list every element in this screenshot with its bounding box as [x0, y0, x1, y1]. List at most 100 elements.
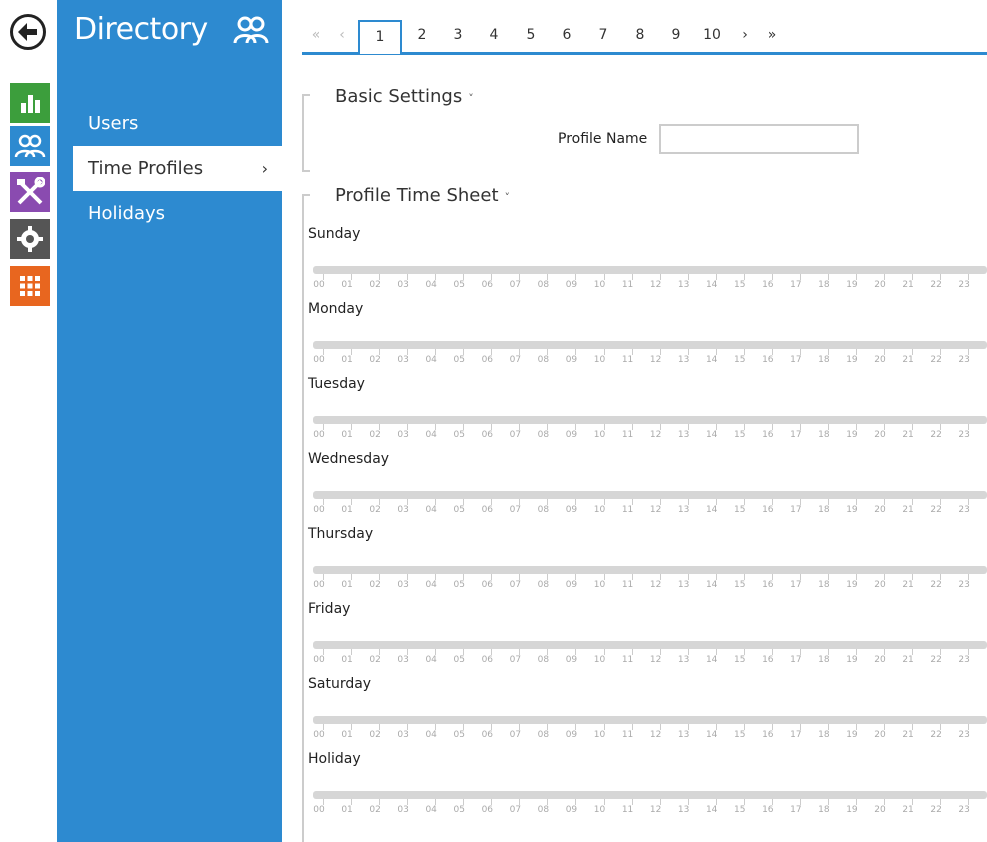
- hour-tick-label: 20: [874, 505, 886, 515]
- hour-tick-label: 2: [982, 730, 987, 740]
- profile-name-input[interactable]: [659, 124, 859, 154]
- hour-tick-label: 19: [846, 280, 858, 290]
- hour-tick-label: 05: [453, 280, 465, 290]
- hour-tick-label: 04: [425, 430, 437, 440]
- day-timeline-bar[interactable]: [313, 716, 987, 724]
- hour-tick-label: 03: [397, 655, 409, 665]
- day-label: Tuesday: [308, 376, 365, 392]
- hour-tick-label: 19: [846, 580, 858, 590]
- back-button[interactable]: [10, 14, 46, 50]
- tools-icon[interactable]: [10, 172, 50, 212]
- page-4-button[interactable]: 4: [486, 20, 502, 52]
- page-1-button[interactable]: 1: [358, 20, 402, 54]
- page-9-button[interactable]: 9: [668, 20, 684, 52]
- hour-tick-label: 17: [790, 655, 802, 665]
- basic-settings-bracket: [302, 94, 310, 172]
- directory-icon[interactable]: [10, 126, 50, 166]
- arrow-left-icon: [18, 23, 37, 41]
- day-timeline-bar[interactable]: [313, 491, 987, 499]
- hour-scale: 00 01 02 03 04 05 06 07 08 09 10 11 12 13 14 15 16 17 18 19…: [308, 349, 987, 373]
- hour-tick-label: 09: [565, 280, 578, 290]
- day-timeline-bar[interactable]: [313, 791, 987, 799]
- hour-tick-label: 14: [705, 730, 718, 740]
- hour-tick-label: 03: [397, 355, 409, 365]
- hour-tick-label: 11: [621, 355, 634, 365]
- hour-tick-label: 13: [677, 580, 690, 590]
- hour-scale: 00 01 02 03 04 05 06 07 08 09 10 11 12 13 14 15 16 17 18 19…: [308, 499, 987, 523]
- apps-icon[interactable]: [10, 266, 50, 306]
- hour-tick-label: 23: [958, 430, 970, 440]
- prev-page-button[interactable]: ‹: [336, 20, 348, 52]
- hour-tick-label: 10: [593, 655, 606, 665]
- basic-settings-header[interactable]: Basic Settings ˅: [335, 86, 474, 107]
- page-7-button[interactable]: 7: [595, 20, 611, 52]
- page-8-button[interactable]: 8: [632, 20, 648, 52]
- first-page-button[interactable]: «: [310, 20, 322, 52]
- page-5-button[interactable]: 5: [523, 20, 539, 52]
- hour-tick-label: 04: [425, 580, 437, 590]
- day-timeline-bar[interactable]: [313, 266, 987, 274]
- status-icon[interactable]: [10, 83, 50, 123]
- last-page-button[interactable]: »: [765, 20, 779, 52]
- day-timeline-bar[interactable]: [313, 641, 987, 649]
- hour-tick-label: 09: [565, 805, 578, 815]
- time-sheet-header[interactable]: Profile Time Sheet ˅: [335, 185, 510, 206]
- page-6-button[interactable]: 6: [559, 20, 575, 52]
- hour-tick-label: 20: [874, 280, 886, 290]
- hour-tick-label: 2: [982, 280, 987, 290]
- sidebar-item-users[interactable]: Users: [57, 101, 282, 146]
- page-2-button[interactable]: 2: [414, 20, 430, 52]
- hour-tick-label: 05: [453, 580, 465, 590]
- day-row-holiday: Holiday 00 01 02 03 04 05 06 07 08 09 10 11 12 13 14 15 1…: [308, 751, 987, 826]
- hour-tick-label: 16: [762, 355, 774, 365]
- sidebar-item-time-profiles[interactable]: Time Profiles ›: [73, 146, 282, 191]
- hour-tick-label: 21: [902, 805, 914, 815]
- hour-tick-label: 06: [481, 655, 494, 665]
- hour-tick-label: 08: [537, 280, 550, 290]
- hour-tick-label: 05: [453, 505, 465, 515]
- hour-tick-label: 13: [677, 730, 690, 740]
- hour-tick-label: 07: [509, 355, 522, 365]
- day-row-friday: Friday 00 01 02 03 04 05 06 07 08 09 10 11 12 13 14 15 16…: [308, 601, 987, 676]
- hour-tick-label: 21: [902, 580, 914, 590]
- day-timeline-bar[interactable]: [313, 416, 987, 424]
- hour-tick-label: 20: [874, 730, 886, 740]
- hour-tick-label: 18: [818, 430, 830, 440]
- page-10-button[interactable]: 10: [701, 20, 723, 52]
- hour-tick-label: 23: [958, 280, 970, 290]
- hour-tick-label: 13: [677, 430, 690, 440]
- hour-tick-label: 22: [930, 280, 942, 290]
- sidebar-item-holidays[interactable]: Holidays: [57, 191, 282, 236]
- hour-tick-label: 04: [425, 655, 437, 665]
- hour-tick-label: 15: [734, 805, 746, 815]
- hour-scale: 00 01 02 03 04 05 06 07 08 09 10 11 12 13 14 15 16 17 18 19…: [308, 799, 987, 823]
- hour-tick-label: 12: [649, 280, 662, 290]
- hour-tick-label: 12: [649, 730, 662, 740]
- day-label: Thursday: [308, 526, 374, 542]
- hour-tick-label: 04: [425, 280, 437, 290]
- hour-tick-label: 14: [705, 355, 718, 365]
- day-timeline-bar[interactable]: [313, 566, 987, 574]
- hour-tick-label: 13: [677, 280, 690, 290]
- hour-tick-label: 11: [621, 430, 634, 440]
- hour-tick-label: 17: [790, 430, 802, 440]
- hour-tick-label: 10: [593, 730, 606, 740]
- hour-tick-label: 18: [818, 505, 830, 515]
- hour-tick-label: 2: [982, 505, 987, 515]
- hour-tick-label: 12: [649, 580, 662, 590]
- hour-tick-label: 01: [341, 505, 353, 515]
- chevron-down-icon: ˅: [468, 92, 474, 105]
- page-3-button[interactable]: 3: [450, 20, 466, 52]
- hour-tick-label: 08: [537, 355, 550, 365]
- hour-tick-label: 23: [958, 805, 970, 815]
- settings-icon[interactable]: [10, 219, 50, 259]
- hour-tick-label: 01: [341, 805, 353, 815]
- hour-scale: 00 01 02 03 04 05 06 07 08 09 10 11 12 13 14 15 16 17 18 19…: [308, 274, 987, 298]
- day-timeline-bar[interactable]: [313, 341, 987, 349]
- hour-tick-label: 14: [705, 430, 718, 440]
- hour-tick-label: 05: [453, 430, 465, 440]
- next-page-button[interactable]: ›: [739, 20, 751, 52]
- hour-tick-label: 01: [341, 580, 353, 590]
- hour-tick-label: 16: [762, 805, 774, 815]
- hour-tick-label: 2: [982, 430, 987, 440]
